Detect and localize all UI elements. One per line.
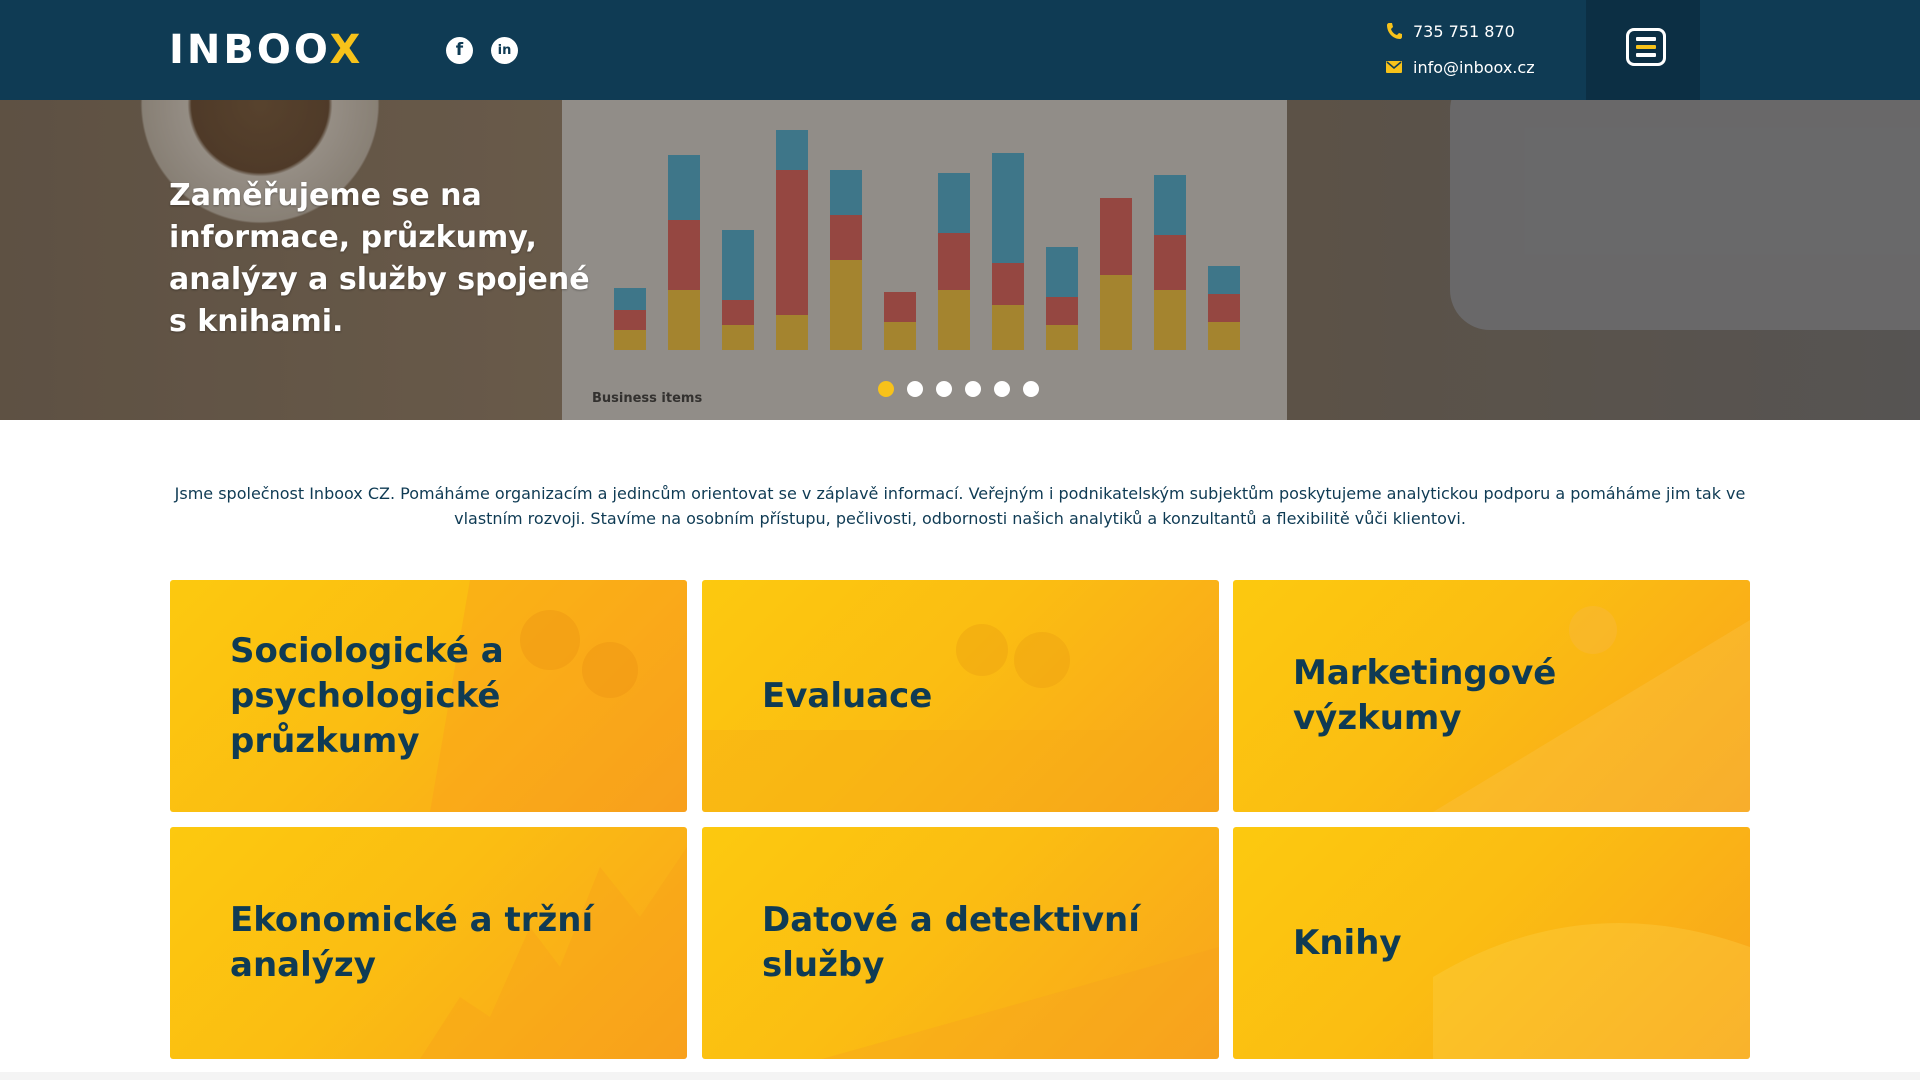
- slider-dot-2[interactable]: [907, 381, 923, 397]
- service-title: Knihy: [1293, 922, 1402, 963]
- menu-panel: [1586, 0, 1700, 100]
- hamburger-menu-icon[interactable]: [1626, 28, 1666, 66]
- slider-dot-4[interactable]: [965, 381, 981, 397]
- mail-icon: [1386, 55, 1410, 79]
- logo-text: INBOO: [169, 27, 330, 73]
- slider-dot-1[interactable]: [878, 381, 894, 397]
- intro-text: Jsme společnost Inboox CZ. Pomáháme orga…: [174, 484, 1746, 528]
- site-logo[interactable]: INBOOX: [169, 26, 363, 74]
- service-tile-sociologicke[interactable]: Sociologické a psychologické průzkumy: [170, 580, 687, 812]
- slider-dots: [878, 381, 1039, 397]
- hero-slider: Business items Zaměřujeme se na informac…: [0, 100, 1920, 420]
- email-contact[interactable]: info@inboox.cz: [1386, 55, 1535, 79]
- linkedin-icon[interactable]: in: [491, 37, 518, 64]
- site-header: INBOOX f in 735 751 870 info@inboox.cz: [0, 0, 1920, 100]
- service-tile-marketingove[interactable]: Marketingové výzkumy: [1233, 580, 1750, 812]
- email-address: info@inboox.cz: [1413, 57, 1535, 77]
- service-title: Evaluace: [762, 675, 933, 716]
- service-title: Marketingové výzkumy: [1293, 653, 1557, 738]
- service-tile-datove[interactable]: Datové a detektivní služby: [702, 827, 1219, 1059]
- service-tile-ekonomicke[interactable]: Ekonomické a tržní analýzy: [170, 827, 687, 1059]
- facebook-icon[interactable]: f: [446, 37, 473, 64]
- slider-dot-3[interactable]: [936, 381, 952, 397]
- slider-dot-5[interactable]: [994, 381, 1010, 397]
- page-bottom-strip: [0, 1072, 1920, 1080]
- logo-accent: X: [329, 27, 364, 73]
- phone-icon: [1386, 19, 1410, 43]
- phone-contact[interactable]: 735 751 870: [1386, 19, 1515, 43]
- logo-panel: INBOOX: [0, 0, 395, 100]
- service-tile-evaluace[interactable]: Evaluace: [702, 580, 1219, 812]
- service-tile-knihy[interactable]: Knihy: [1233, 827, 1750, 1059]
- service-title: Sociologické a psychologické průzkumy: [230, 630, 504, 761]
- phone-number: 735 751 870: [1413, 21, 1515, 41]
- slider-dot-6[interactable]: [1023, 381, 1039, 397]
- service-title: Ekonomické a tržní analýzy: [230, 900, 594, 985]
- hero-title: Zaměřujeme se na informace, průzkumy, an…: [169, 178, 590, 339]
- service-title: Datové a detektivní služby: [762, 900, 1140, 985]
